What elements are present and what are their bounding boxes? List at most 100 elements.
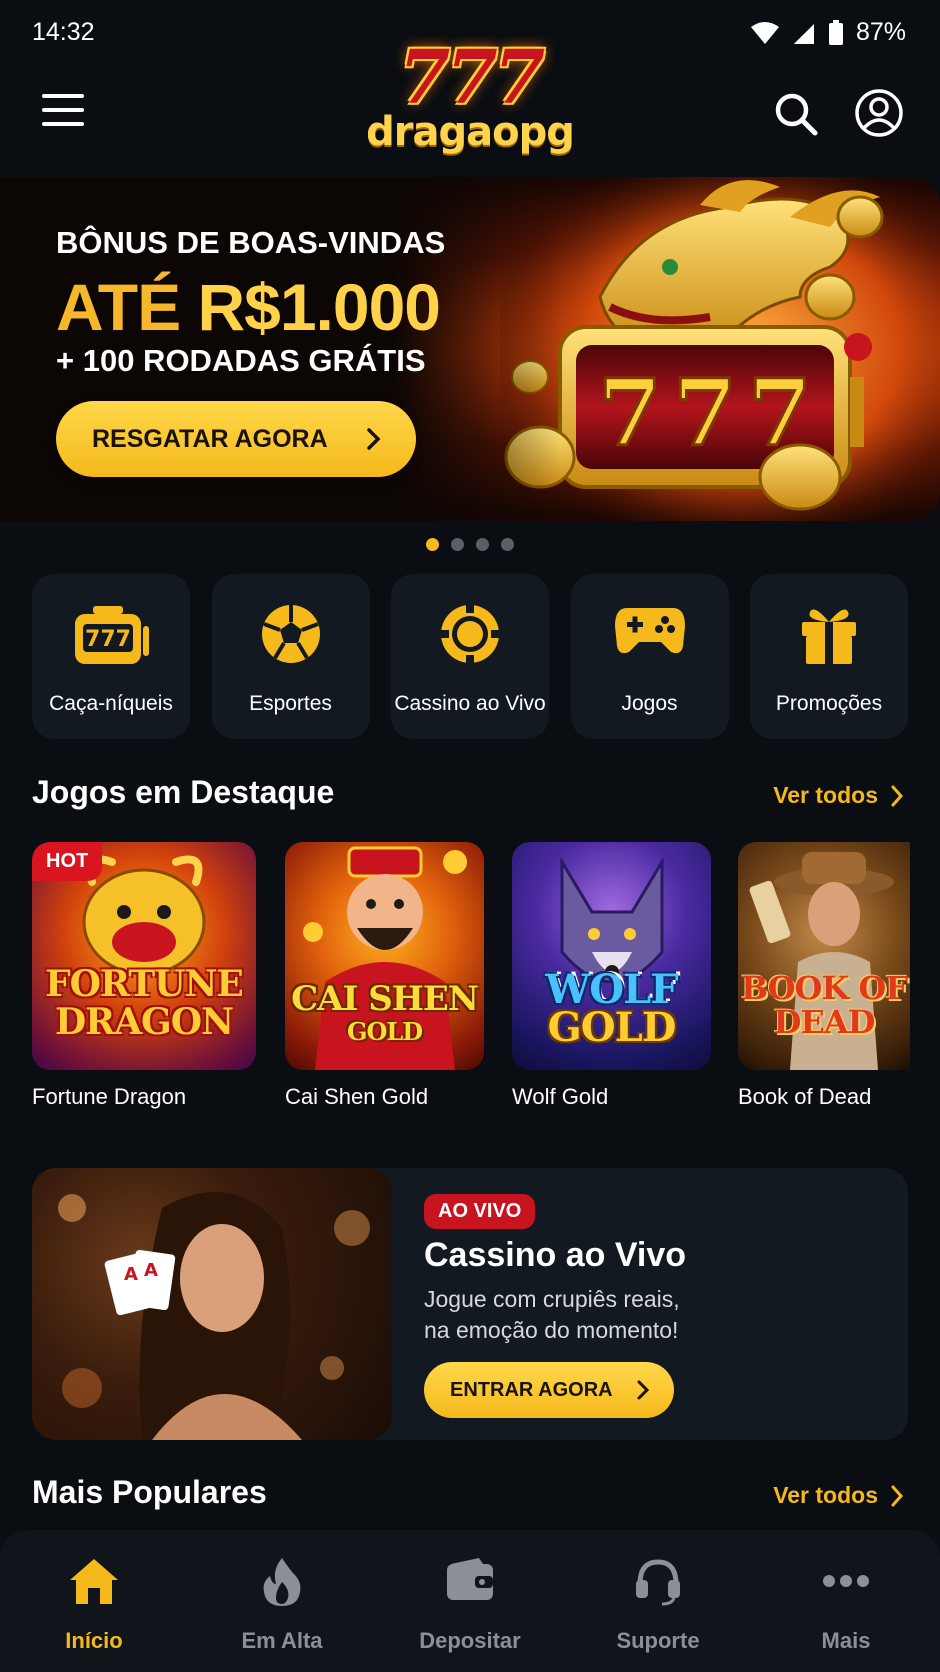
- svg-text:7: 7: [673, 359, 737, 467]
- live-title: Cassino ao Vivo: [424, 1236, 687, 1274]
- banner-amount: ATÉ R$1.000: [56, 269, 441, 345]
- chevron-right-icon: [891, 785, 904, 806]
- bottom-navigation: Início Em Alta Depositar Suporte Mais: [0, 1530, 940, 1672]
- chevron-right-icon: [891, 1485, 904, 1506]
- dealer-photo: A A: [32, 1168, 392, 1440]
- popular-title: Mais Populares: [32, 1474, 267, 1510]
- logo-number: 777: [398, 35, 545, 121]
- pagination-dot-4[interactable]: [501, 538, 514, 551]
- wallet-icon: [447, 1558, 493, 1600]
- headset-icon: [636, 1559, 680, 1606]
- game-art-line2: GOLD: [547, 1004, 677, 1051]
- nav-label: Em Alta: [241, 1628, 323, 1653]
- game-thumbnail: BOOK OF DEAD: [738, 842, 910, 1070]
- live-badge: AO VIVO: [424, 1194, 536, 1229]
- popular-see-all-link[interactable]: Ver todos: [773, 1482, 904, 1509]
- category-label: Cassino ao Vivo: [394, 692, 546, 715]
- category-sports[interactable]: Esportes: [211, 574, 370, 739]
- see-all-label: Ver todos: [773, 782, 878, 808]
- battery-percent: 87%: [855, 18, 906, 46]
- category-label: Caça-níqueis: [49, 692, 173, 715]
- more-dots-icon: [823, 1575, 869, 1587]
- category-promotions[interactable]: Promoções: [750, 574, 908, 739]
- chevron-right-icon: [367, 428, 381, 450]
- game-art-line2: DRAGON: [54, 1001, 234, 1043]
- nav-support[interactable]: Suporte: [564, 1530, 752, 1672]
- nav-label: Mais: [821, 1628, 871, 1653]
- category-games[interactable]: Jogos: [570, 574, 729, 739]
- live-desc-line2: na emoção do momento!: [424, 1317, 679, 1343]
- svg-text:777: 777: [85, 627, 131, 652]
- enter-now-label: ENTRAR AGORA: [450, 1378, 613, 1401]
- game-art-line1: CAI SHEN: [291, 979, 479, 1019]
- logo-word: dragaopg: [366, 109, 575, 155]
- game-thumbnail: CAI SHEN GOLD: [285, 842, 484, 1070]
- game-art-line2: GOLD: [346, 1017, 423, 1046]
- see-all-label: Ver todos: [773, 1482, 878, 1508]
- game-name: Book of Dead: [738, 1084, 872, 1109]
- category-label: Esportes: [249, 692, 332, 715]
- game-name: Cai Shen Gold: [285, 1084, 429, 1109]
- banner-spins: + 100 RODADAS GRÁTIS: [56, 343, 426, 378]
- pagination-dot-3[interactable]: [476, 538, 489, 551]
- svg-text:7: 7: [598, 359, 662, 467]
- featured-title: Jogos em Destaque: [32, 774, 335, 810]
- banner-kicker: BÔNUS DE BOAS-VINDAS: [56, 225, 446, 260]
- dragon-slot-illustration: 7 7 7: [500, 177, 940, 521]
- cell-signal-icon: [793, 23, 814, 44]
- game-card-cai-shen-gold[interactable]: CAI SHEN GOLD Cai Shen Gold: [285, 842, 484, 1110]
- game-card-wolf-gold[interactable]: WOLF GOLD Wolf Gold: [512, 842, 711, 1110]
- menu-button[interactable]: [42, 94, 84, 130]
- wifi-icon: [750, 21, 779, 44]
- svg-text:A: A: [144, 1260, 158, 1281]
- nav-trending[interactable]: Em Alta: [188, 1530, 376, 1672]
- live-desc-line1: Jogue com crupiês reais,: [424, 1286, 680, 1312]
- app-header: 777 dragaopg: [0, 38, 940, 178]
- pagination-dot-1[interactable]: [426, 538, 439, 551]
- amount-prefix: ATÉ: [56, 270, 181, 344]
- redeem-now-label: RESGATAR AGORA: [92, 424, 328, 453]
- brand-logo[interactable]: 777 dragaopg: [360, 38, 580, 168]
- status-time: 14:32: [32, 18, 95, 46]
- category-label: Promoções: [775, 692, 883, 715]
- hot-badge: HOT: [32, 842, 103, 881]
- nav-more[interactable]: Mais: [752, 1530, 940, 1672]
- soccer-ball-icon: [261, 605, 320, 663]
- game-art-line1: BOOK OF: [741, 969, 908, 1007]
- nav-deposit[interactable]: Depositar: [376, 1530, 564, 1672]
- slot-machine-icon: 777: [75, 606, 149, 664]
- live-casino-card[interactable]: A A AO VIVO Cassino ao Vivo Jogue com cr…: [32, 1168, 908, 1440]
- game-card-fortune-dragon[interactable]: FORTUNE DRAGON HOT Fortune Dragon: [32, 842, 256, 1110]
- game-card-book-of-dead[interactable]: BOOK OF DEAD Book of Dead: [738, 842, 910, 1110]
- game-name: Wolf Gold: [512, 1084, 609, 1109]
- category-row: 777 Caça-níqueis Esportes Cassino ao Viv…: [32, 574, 908, 739]
- amount-value: R$1.000: [197, 270, 441, 344]
- game-name: Fortune Dragon: [32, 1084, 187, 1109]
- dealer-illustration: A A: [58, 1192, 370, 1440]
- home-icon: [70, 1559, 118, 1604]
- enter-now-button[interactable]: ENTRAR AGORA: [424, 1362, 674, 1418]
- gamepad-icon: [614, 608, 685, 654]
- banner-pagination: [426, 538, 514, 551]
- featured-see-all-link[interactable]: Ver todos: [773, 782, 904, 809]
- battery-icon: [828, 19, 843, 45]
- nav-label: Depositar: [419, 1628, 521, 1653]
- pagination-dot-2[interactable]: [451, 538, 464, 551]
- live-description: Jogue com crupiês reais, na emoção do mo…: [424, 1284, 884, 1346]
- nav-home[interactable]: Início: [0, 1530, 188, 1672]
- promo-banner[interactable]: 7 7 7 BÔNUS DE BOAS-VINDAS ATÉ R$1.000 +…: [0, 177, 940, 521]
- category-slots[interactable]: 777 Caça-níqueis: [32, 574, 190, 739]
- svg-text:A: A: [124, 1264, 138, 1285]
- search-icon[interactable]: [772, 90, 820, 138]
- game-art-line1: FORTUNE: [45, 963, 244, 1005]
- redeem-now-button[interactable]: RESGATAR AGORA: [56, 401, 416, 477]
- user-account-icon[interactable]: [854, 88, 904, 138]
- featured-games-carousel[interactable]: FORTUNE DRAGON HOT Fortune Dragon CAI SH…: [32, 842, 940, 1122]
- game-thumbnail: FORTUNE DRAGON HOT: [32, 842, 256, 1070]
- category-live-casino[interactable]: Cassino ao Vivo: [391, 574, 549, 739]
- game-art-line2: DEAD: [773, 1003, 876, 1041]
- game-thumbnail: WOLF GOLD: [512, 842, 711, 1070]
- casino-chip-icon: [439, 603, 501, 665]
- nav-label: Suporte: [616, 1628, 700, 1653]
- category-label: Jogos: [621, 692, 678, 715]
